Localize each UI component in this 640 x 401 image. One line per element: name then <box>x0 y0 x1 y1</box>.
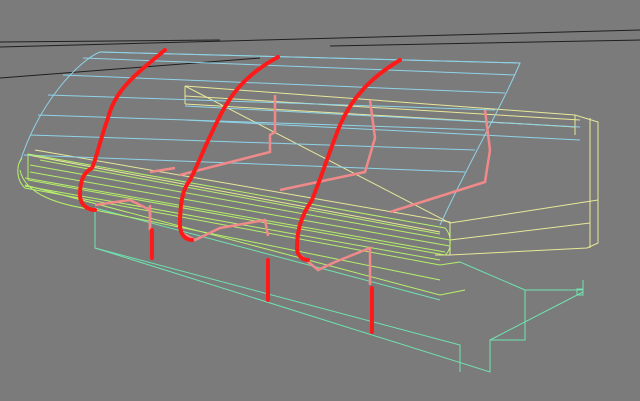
viewport-canvas[interactable] <box>0 0 640 401</box>
3d-viewport[interactable] <box>0 0 640 401</box>
viewport-background <box>0 0 640 401</box>
